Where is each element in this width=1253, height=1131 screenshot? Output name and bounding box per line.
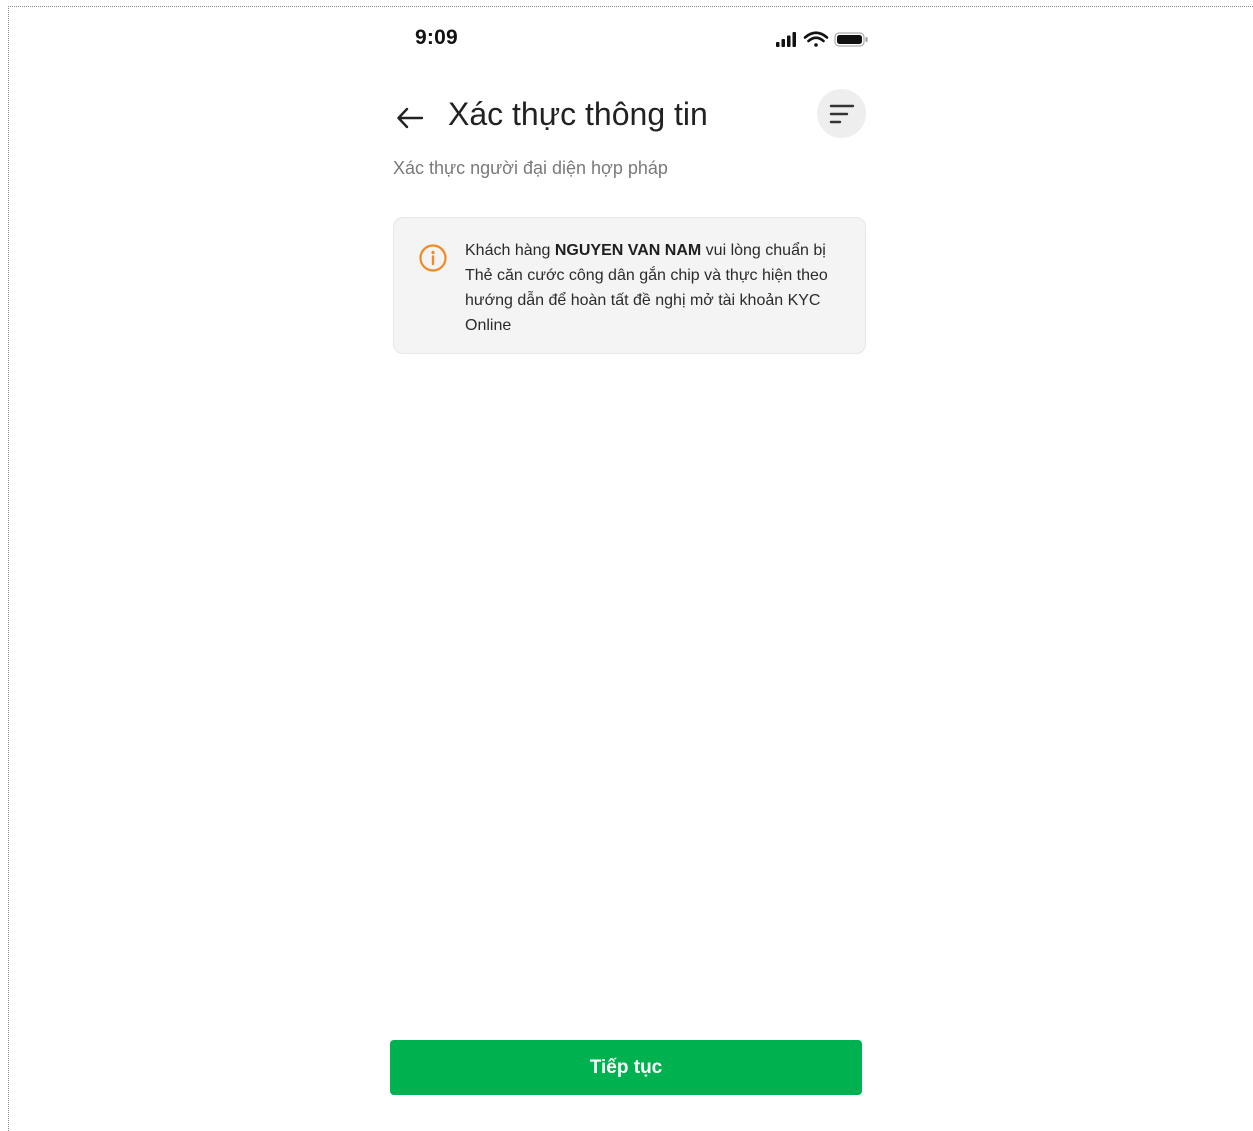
continue-button[interactable]: Tiếp tục — [390, 1040, 862, 1095]
back-button[interactable] — [392, 100, 428, 136]
status-icons — [776, 31, 868, 47]
battery-icon — [834, 32, 868, 47]
signal-icon — [776, 32, 796, 47]
info-notice-card: Khách hàng NGUYEN VAN NAM vui lòng chuẩn… — [393, 217, 866, 354]
status-time: 9:09 — [415, 26, 458, 49]
info-icon — [419, 244, 447, 272]
filter-lines-icon — [829, 104, 854, 123]
filter-menu-button[interactable] — [817, 89, 866, 138]
wifi-icon — [803, 31, 829, 47]
arrow-left-icon — [397, 107, 424, 129]
info-notice-text: Khách hàng NGUYEN VAN NAM vui lòng chuẩn… — [465, 238, 855, 338]
page-title: Xác thực thông tin — [448, 96, 708, 132]
page-subtitle: Xác thực người đại diện hợp pháp — [393, 158, 668, 178]
notice-text-before: Khách hàng — [465, 242, 555, 259]
customer-name: NGUYEN VAN NAM — [554, 242, 702, 259]
